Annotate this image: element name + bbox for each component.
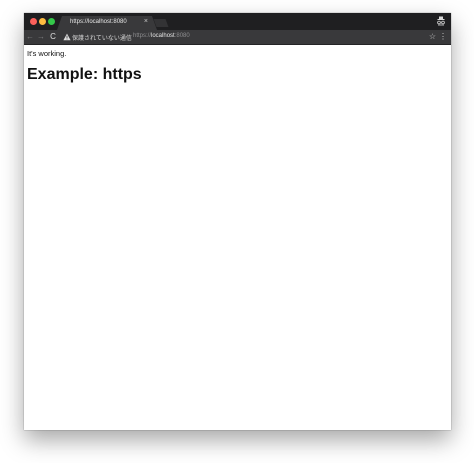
reload-button[interactable]: C [48,31,58,43]
minimize-window-icon[interactable] [39,18,46,25]
address-bar[interactable]: 保護されていない通信 https://localhost:8080 [61,31,421,43]
back-button[interactable]: ← [25,31,35,43]
tab-strip: https://localhost:8080 × [24,13,451,30]
browser-window: https://localhost:8080 × ← → C 保護されていない通… [24,13,451,430]
tab-active[interactable]: https://localhost:8080 × [57,16,157,30]
incognito-icon[interactable] [437,16,445,26]
url-host: localhost [151,33,175,39]
browser-toolbar: ← → C 保護されていない通信 https://localhost:8080 … [24,30,451,45]
page-viewport: It's working. Example: https [24,45,451,430]
url-scheme: https:// [133,33,152,39]
star-icon[interactable]: ☆ [429,31,436,43]
forward-button[interactable]: → [36,31,46,43]
tab-title: https://localhost:8080 [70,19,127,25]
page-heading: Example: https [27,66,142,83]
tab-close-button[interactable]: × [144,18,148,26]
url-text[interactable]: https://localhost:8080 [133,33,190,39]
new-tab-button[interactable] [153,19,169,27]
desktop-background: https://localhost:8080 × ← → C 保護されていない通… [0,0,474,463]
close-window-icon[interactable] [30,18,37,25]
warning-icon[interactable] [63,33,71,41]
maximize-window-icon[interactable] [48,18,55,25]
menu-icon[interactable]: ⋮ [439,31,447,43]
status-text: It's working. [27,49,67,58]
security-status-label[interactable]: 保護されていない通信 [72,33,132,42]
url-port: :8080 [174,33,190,39]
